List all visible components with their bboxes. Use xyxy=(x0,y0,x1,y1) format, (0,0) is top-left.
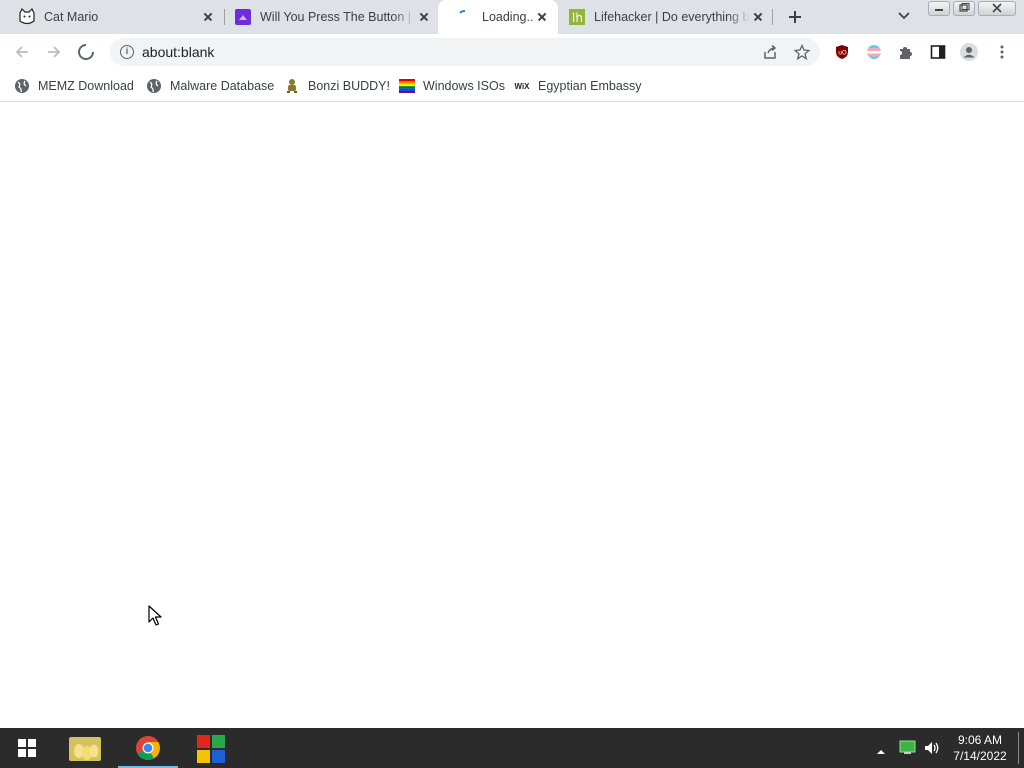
tab-title: Cat Mario xyxy=(44,10,99,24)
show-hidden-icons-icon[interactable] xyxy=(876,744,886,759)
ublock-icon[interactable]: uO xyxy=(832,42,852,62)
globe-icon xyxy=(146,78,162,94)
back-arrow-icon[interactable] xyxy=(12,42,32,62)
lifehacker-icon: lh xyxy=(568,8,586,26)
flag-extension-icon[interactable] xyxy=(864,42,884,62)
svg-text:lh: lh xyxy=(572,11,583,25)
menu-icon[interactable] xyxy=(992,42,1012,62)
browser-toolbar: i about:blank uO xyxy=(0,34,1024,70)
clock-time: 9:06 AM xyxy=(957,733,1003,747)
tab-loading[interactable]: Loading... xyxy=(438,0,558,34)
app-icon xyxy=(197,735,225,763)
address-bar[interactable]: i about:blank xyxy=(110,38,820,66)
chrome-icon xyxy=(136,736,160,761)
globe-icon xyxy=(14,78,30,94)
url-text[interactable]: about:blank xyxy=(142,38,214,66)
close-tab-icon[interactable] xyxy=(534,9,550,25)
forward-arrow-icon[interactable] xyxy=(44,42,64,62)
close-tab-icon[interactable] xyxy=(200,9,216,25)
system-clock[interactable]: 9:06 AM 7/14/2022 xyxy=(948,732,1012,764)
loading-spinner-icon xyxy=(456,8,474,26)
puzzle-icon[interactable] xyxy=(896,42,916,62)
share-icon[interactable] xyxy=(760,42,780,62)
taskbar: 9:06 AM 7/14/2022 xyxy=(0,728,1024,768)
side-panel-icon[interactable] xyxy=(928,42,948,62)
tab-will-you-press[interactable]: Will You Press The Button | E xyxy=(216,0,440,34)
clock-date: 7/14/2022 xyxy=(953,749,1007,763)
bookmarks-bar: MEMZ Download Malware Database Bonzi BUD… xyxy=(0,70,1024,102)
profile-icon[interactable] xyxy=(959,42,979,62)
taskbar-app[interactable] xyxy=(184,728,238,768)
new-tab-button[interactable] xyxy=(784,6,806,28)
taskbar-chrome[interactable] xyxy=(118,728,178,768)
tab-strip: Cat Mario Will You Press The Button | E … xyxy=(0,0,1024,34)
purple-button-icon xyxy=(234,8,252,26)
network-icon[interactable] xyxy=(899,740,916,758)
reload-loading-icon[interactable] xyxy=(76,42,96,62)
show-desktop-button[interactable] xyxy=(1018,732,1019,764)
wix-icon: WiX xyxy=(514,81,530,91)
bookmark-malware-database[interactable]: Malware Database xyxy=(146,76,274,96)
minimize-button[interactable] xyxy=(928,1,950,16)
close-tab-icon[interactable] xyxy=(416,9,432,25)
site-info-icon[interactable]: i xyxy=(120,45,134,59)
tab-title: Loading... xyxy=(482,10,534,24)
tab-lifehacker[interactable]: lh Lifehacker | Do everything b xyxy=(550,0,774,34)
cat-icon xyxy=(18,8,36,26)
bookmark-egyptian-embassy[interactable]: WiX Egyptian Embassy xyxy=(514,76,642,96)
tab-search-chevron-icon[interactable] xyxy=(897,9,911,23)
bookmark-bonzi-buddy[interactable]: Bonzi BUDDY! xyxy=(284,76,390,96)
close-window-button[interactable] xyxy=(978,1,1016,16)
bookmark-star-icon[interactable] xyxy=(792,42,812,62)
bookmark-label: Malware Database xyxy=(170,79,275,93)
tab-cat-mario[interactable]: Cat Mario xyxy=(0,0,224,34)
mouse-cursor-icon xyxy=(148,605,162,630)
restore-button[interactable] xyxy=(953,1,975,16)
start-icon xyxy=(18,739,36,757)
bonzi-icon xyxy=(284,78,300,94)
svg-text:uO: uO xyxy=(838,50,847,57)
bookmark-windows-isos[interactable]: Windows ISOs xyxy=(399,76,505,96)
rainbow-flag-icon xyxy=(399,78,415,94)
bookmark-label: Windows ISOs xyxy=(423,79,505,93)
taskbar-file-explorer[interactable] xyxy=(56,728,114,768)
bookmark-label: Bonzi BUDDY! xyxy=(308,79,390,93)
file-explorer-icon xyxy=(69,737,101,761)
bookmark-label: MEMZ Download xyxy=(38,79,134,93)
tab-title: Lifehacker | Do everything b xyxy=(594,10,750,24)
bookmark-label: Egyptian Embassy xyxy=(538,79,642,93)
volume-icon[interactable] xyxy=(923,740,941,759)
tab-separator xyxy=(772,9,773,25)
tab-title: Will You Press The Button | E xyxy=(260,10,416,24)
page-content[interactable] xyxy=(0,103,1024,728)
close-tab-icon[interactable] xyxy=(750,9,766,25)
bookmark-memz-download[interactable]: MEMZ Download xyxy=(14,76,134,96)
start-button[interactable] xyxy=(0,728,54,768)
